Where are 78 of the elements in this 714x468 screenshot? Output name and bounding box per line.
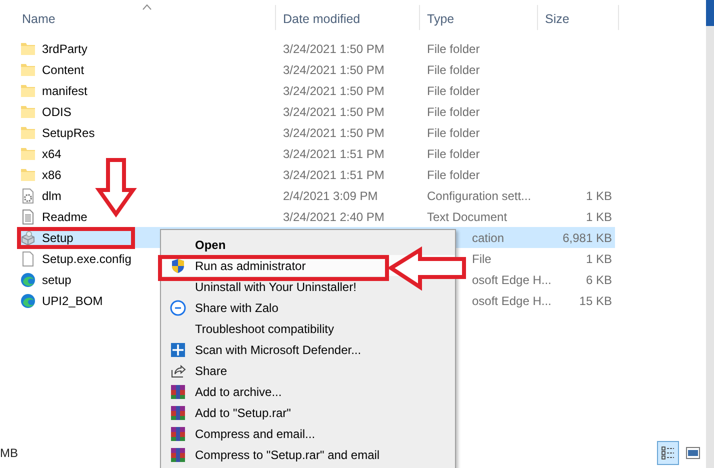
file-type: osoft Edge H... <box>472 294 552 308</box>
date-modified: 2/4/2021 3:09 PM <box>283 188 378 202</box>
column-header[interactable]: Name <box>22 12 56 26</box>
browser-icon <box>20 292 36 308</box>
file-type: Configuration sett... <box>427 188 532 202</box>
file-size: 6,981 KB <box>562 230 612 244</box>
menu-item[interactable]: Add to "Setup.rar" <box>161 402 455 423</box>
file-size: 1 KB <box>586 188 612 202</box>
date-modified: 3/24/2021 1:51 PM <box>283 168 384 182</box>
date-modified: 3/24/2021 2:40 PM <box>283 210 384 224</box>
column-header[interactable]: Date modified <box>283 12 360 26</box>
picture-view-icon <box>686 447 700 459</box>
folder-icon <box>20 146 36 160</box>
file-type: File folder <box>427 84 480 98</box>
date-modified: 3/24/2021 1:51 PM <box>283 146 384 160</box>
folder-icon <box>20 42 36 56</box>
date-modified: 3/24/2021 1:50 PM <box>283 62 384 76</box>
file-type: File folder <box>427 126 480 140</box>
file-type: File folder <box>427 62 480 76</box>
file-size: 15 KB <box>579 294 612 308</box>
folder-icon <box>20 84 36 98</box>
folder-icon <box>20 62 36 76</box>
file-type: Text Document <box>427 210 508 224</box>
browser-icon <box>20 272 36 288</box>
file-size: 1 KB <box>586 210 612 224</box>
menu-item[interactable]: Add to archive... <box>161 381 455 402</box>
archive-icon <box>170 426 186 442</box>
column-header[interactable]: Size <box>545 12 570 26</box>
menu-item[interactable]: Scan with Microsoft Defender... <box>161 339 455 360</box>
date-modified: 3/24/2021 1:50 PM <box>283 126 384 140</box>
file-name[interactable]: x64 <box>42 146 62 160</box>
folder-icon <box>20 104 36 118</box>
file-type: File folder <box>427 168 480 182</box>
folder-icon <box>20 168 36 182</box>
file-type: File <box>472 252 492 266</box>
file-name[interactable]: Setup <box>42 230 74 244</box>
file-name[interactable]: UPI2_BOM <box>42 294 103 308</box>
menu-item[interactable]: Share with Zalo <box>161 297 455 318</box>
archive-icon <box>170 446 186 462</box>
installer-icon <box>20 230 36 246</box>
file-name[interactable]: 3rdParty <box>42 42 88 56</box>
file-name[interactable]: ODIS <box>42 104 72 118</box>
menu-item[interactable]: Share <box>161 360 455 381</box>
date-modified: 3/24/2021 1:50 PM <box>283 42 384 56</box>
folder-icon <box>20 126 36 140</box>
file-type: File folder <box>427 104 480 118</box>
menu-item[interactable]: Compress to "Setup.rar" and email <box>161 444 455 465</box>
file-name[interactable]: Readme <box>42 210 88 224</box>
file-name[interactable]: x86 <box>42 168 62 182</box>
file-size: 1 KB <box>586 252 612 266</box>
down-arrow-overlay <box>95 158 137 218</box>
menu-item[interactable]: Open <box>161 234 455 255</box>
gear-file-icon <box>20 188 36 204</box>
date-modified: 3/24/2021 1:50 PM <box>283 84 384 98</box>
file-type: File folder <box>427 146 480 160</box>
file-type: cation <box>472 230 504 244</box>
file-name[interactable]: Content <box>42 62 84 76</box>
details-view-button[interactable] <box>657 441 679 465</box>
file-name[interactable]: Setup.exe.config <box>42 252 132 266</box>
archive-icon <box>170 404 186 420</box>
file-name[interactable]: setup <box>42 272 72 286</box>
file-type: File folder <box>427 42 480 56</box>
file-name[interactable]: manifest <box>42 84 88 98</box>
menu-item[interactable]: Troubleshoot compatibility <box>161 318 455 339</box>
menu-item[interactable]: Compress and email... <box>161 423 455 444</box>
date-modified: 3/24/2021 1:50 PM <box>283 104 384 118</box>
file-icon <box>20 250 36 266</box>
file-name[interactable]: dlm <box>42 188 62 202</box>
menu-item[interactable]: Uninstall with Your Uninstaller! <box>161 276 455 297</box>
archive-icon <box>170 384 186 400</box>
file-name[interactable]: SetupRes <box>42 126 95 140</box>
file-size: 6 KB <box>586 272 612 286</box>
column-header[interactable]: Type <box>427 12 454 26</box>
list-view-icon <box>661 446 675 460</box>
status-text: MB <box>0 446 18 460</box>
text-document-icon <box>20 208 36 224</box>
file-type: osoft Edge H... <box>472 272 552 286</box>
share-icon <box>170 362 186 378</box>
